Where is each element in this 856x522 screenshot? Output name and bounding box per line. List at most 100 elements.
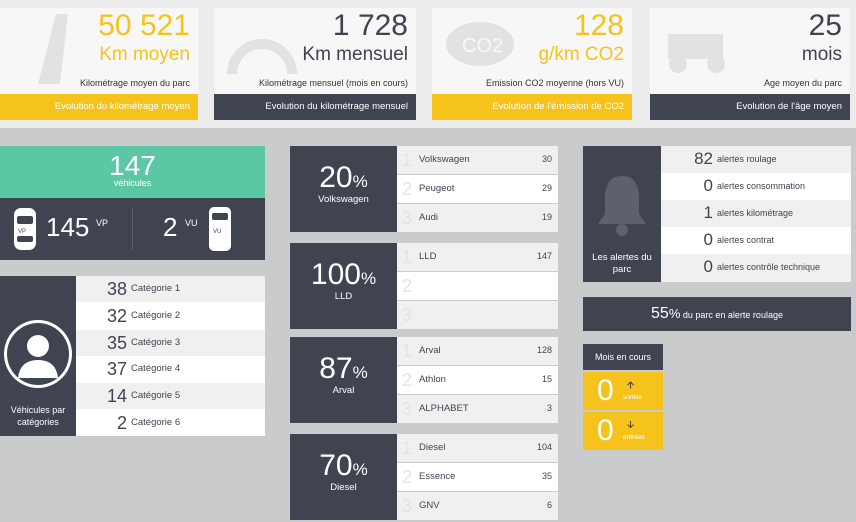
category-name: Catégorie 4 (131, 363, 181, 374)
vp-count: 145 (46, 212, 90, 242)
panel-label: Volkswagen (318, 194, 369, 205)
category-row[interactable]: 32 Catégorie 2 (76, 303, 265, 329)
lessor-panel: 87% Arval 1 Arval 128 2 Athlon 15 3 ALPHABET 3 (290, 337, 558, 423)
panel-summary: 100% LLD (290, 243, 397, 329)
ranking-row[interactable]: 3 ALPHABET 3 (397, 395, 558, 423)
rank-index: 2 (402, 467, 413, 487)
entries-tile[interactable]: 0 🡫 entrées (583, 412, 663, 450)
panel-summary: 87% Arval (290, 337, 397, 423)
arrow-up-icon: 🡩 (627, 380, 635, 391)
panel-summary: 70% Diesel (290, 434, 397, 520)
road-icon (38, 14, 68, 84)
ranking-row[interactable]: 1 LLD 147 (397, 243, 558, 271)
rank-name: GNV (419, 500, 440, 511)
ranking-row[interactable]: 2 Essence 35 (397, 463, 558, 491)
category-count: 35 (106, 333, 127, 353)
percent-sign: % (360, 269, 377, 288)
van-icon: VU (209, 207, 231, 251)
rank-index: 3 (402, 208, 413, 228)
category-name: Catégorie 1 (131, 283, 181, 294)
speedometer-icon (227, 39, 297, 75)
contract-panel: 100% LLD 1 LLD 147 2 3 (290, 243, 558, 329)
vu-label: VU (185, 218, 198, 228)
alerts-header: Les alertes du parc (583, 146, 661, 282)
alert-row[interactable]: 0 alertes contrôle technique (661, 254, 851, 282)
category-name: Catégorie 3 (131, 337, 181, 348)
rank-index: 3 (402, 305, 413, 325)
rank-count: 30 (541, 154, 552, 164)
rank-name: Diesel (419, 442, 446, 453)
vehicle-total: 147 (109, 150, 156, 181)
rank-index: 2 (402, 276, 413, 296)
exits-count: 0 (597, 374, 614, 407)
rank-index: 2 (402, 370, 413, 390)
ranking-row[interactable]: 1 Volkswagen 30 (397, 146, 558, 174)
ranking-row[interactable]: 2 Peugeot 29 (397, 175, 558, 203)
vehicle-total-tile[interactable]: 147 véhicules (0, 146, 265, 198)
panel-percent: 20 (319, 161, 353, 194)
kpi-unit: Km mensuel (302, 44, 408, 65)
entries-label: entrées (623, 434, 645, 441)
rank-index: 1 (402, 247, 413, 267)
category-name: Catégorie 6 (131, 417, 181, 428)
rank-count: 35 (541, 471, 552, 481)
co2-cloud-icon: CO2 (446, 22, 514, 66)
category-row[interactable]: 35 Catégorie 3 (76, 330, 265, 356)
category-row[interactable]: 37 Catégorie 4 (76, 356, 265, 382)
kpi-value: 50 521 (98, 9, 190, 42)
categories-label: Véhicules par catégories (10, 405, 66, 427)
rank-index: 3 (402, 496, 413, 516)
rank-name: ALPHABET (419, 403, 469, 414)
kpi-description: Kilométrage mensuel (mois en cours) (258, 78, 408, 88)
evolution-link[interactable]: Evolution de l'émission de CO2 (432, 94, 632, 120)
ranking-row[interactable]: 1 Diesel 104 (397, 434, 558, 462)
rank-count: 147 (536, 251, 552, 261)
ranking-row[interactable]: 2 Athlon 15 (397, 366, 558, 394)
rank-count: 3 (546, 403, 552, 413)
evolution-link[interactable]: Evolution de l'âge moyen (650, 94, 850, 120)
category-count: 37 (106, 359, 127, 379)
category-row[interactable]: 14 Catégorie 5 (76, 383, 265, 409)
ranking-row[interactable]: 3 Audi 19 (397, 204, 558, 232)
alert-name: alertes roulage (717, 154, 777, 164)
evolution-link[interactable]: Evolution du kilométrage moyen (0, 94, 198, 120)
panel-label: LLD (334, 291, 353, 302)
vintage-car-icon (668, 34, 725, 73)
category-count: 14 (106, 386, 127, 406)
ranking-row[interactable]: 3 GNV 6 (397, 492, 558, 520)
alert-count: 0 (703, 257, 713, 276)
alert-count: 0 (703, 230, 713, 249)
exits-tile[interactable]: 0 🡩 sorties (583, 372, 663, 410)
category-row[interactable]: 2 Catégorie 6 (76, 410, 265, 436)
co2-icon-text: CO2 (462, 35, 503, 57)
rank-name: Volkswagen (419, 154, 470, 165)
categories-panel: Véhicules par catégories 38 Catégorie 1 3… (0, 276, 265, 436)
vehicle-split: VP 145 VP 2 VU VU (0, 198, 265, 260)
panel-label: Diesel (330, 482, 357, 493)
kpi-unit: Km moyen (99, 44, 190, 65)
panel-summary: 20% Volkswagen (290, 146, 397, 232)
alert-row[interactable]: 82 alertes roulage (661, 146, 851, 173)
ranking-row[interactable]: 2 (397, 272, 558, 300)
alert-row[interactable]: 0 alertes contrat (661, 227, 851, 254)
alert-row[interactable]: 0 alertes consommation (661, 173, 851, 200)
kpi-card-age: 25 mois Age moyen du parc Evolution de l… (650, 8, 850, 120)
kpi-value: 128 (573, 9, 624, 42)
roulage-alert-summary[interactable]: 55% du parc en alerte roulage (583, 297, 851, 331)
rank-index: 1 (402, 438, 413, 458)
rank-count: 104 (536, 442, 552, 452)
kpi-description: Kilométrage moyen du parc (79, 78, 190, 88)
percent-sign: % (668, 306, 681, 321)
ranking-row[interactable]: 3 (397, 301, 558, 329)
vu-tile[interactable]: 2 VU VU (133, 198, 265, 260)
alert-row[interactable]: 1 alertes kilométrage (661, 200, 851, 227)
kpi-card-avg-mileage: 50 521 Km moyen Kilométrage moyen du par… (0, 8, 198, 120)
current-month-title: Mois en cours (583, 344, 663, 370)
vp-tile[interactable]: VP 145 VP (0, 198, 132, 260)
evolution-link[interactable]: Evolution du kilométrage mensuel (214, 94, 416, 120)
vu-count: 2 (163, 212, 178, 242)
ranking-row[interactable]: 1 Arval 128 (397, 337, 558, 365)
rank-count: 29 (541, 183, 552, 193)
category-row[interactable]: 38 Catégorie 1 (76, 276, 265, 302)
brand-panel: 20% Volkswagen 1 Volkswagen 30 2 Peugeot 29 … (290, 146, 558, 232)
